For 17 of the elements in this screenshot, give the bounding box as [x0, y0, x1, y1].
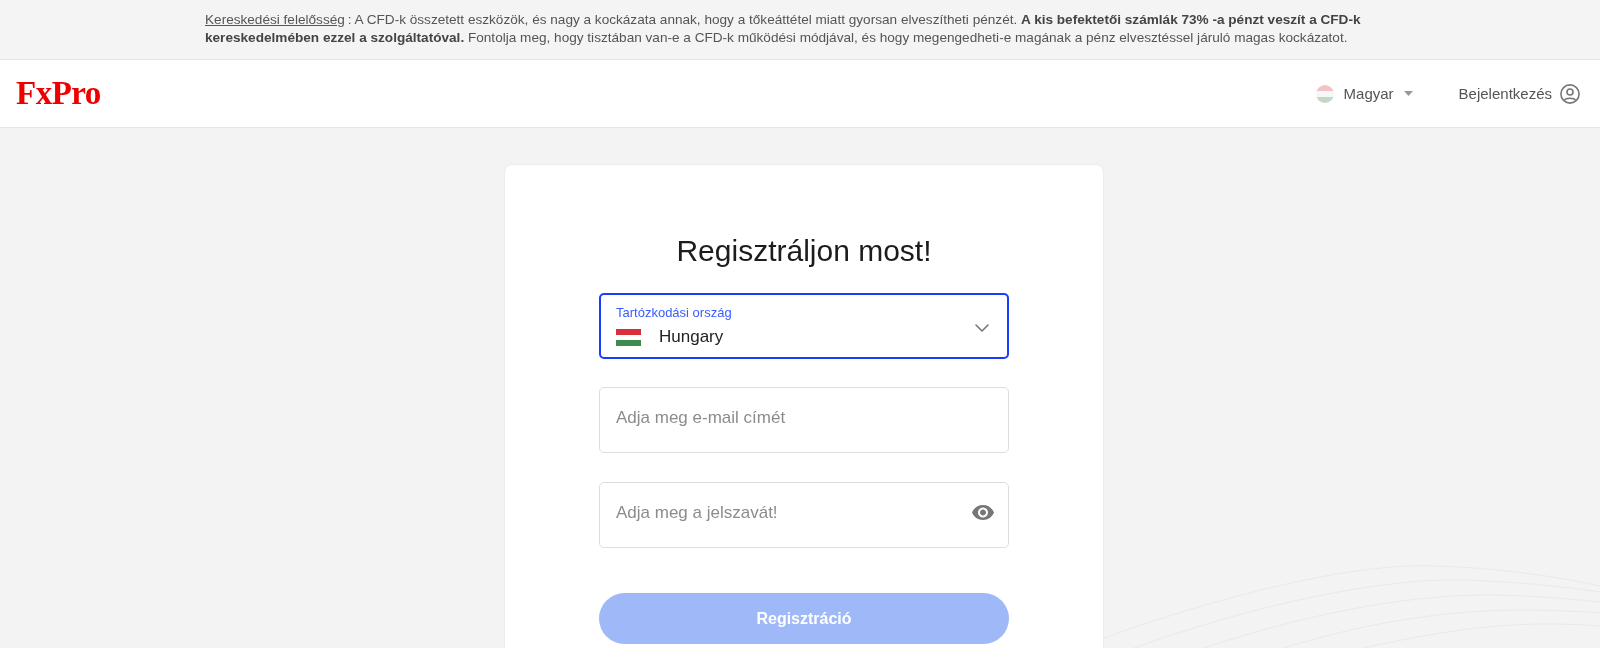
language-selector[interactable]: Magyar	[1315, 84, 1413, 103]
chevron-down-icon	[975, 324, 989, 332]
flag-icon	[1315, 84, 1334, 103]
risk-disclaimer: Kereskedési felelősség : A CFD-k összetett eszközök, és nagy a kockázata annak, hogy a tőkeáttétel miatt gyorsan elveszítheti pénzét. A kis befektetői számlák 73% -a pénzt veszít a CFD-k kereskedelmében ezzel a szolgáltatóval. Fontolja meg, hogy tisztában van-e a CFD-k működési módjával, és hogy megengedheti-e magának a pénz elvesztéssel járuló magas kockázatot.	[205, 11, 1362, 47]
logo[interactable]: FxPro	[16, 75, 101, 112]
selected-value: Hungary	[659, 326, 724, 348]
disclaimer-link[interactable]: Kereskedési felelősség	[205, 12, 345, 27]
flag-icon	[616, 328, 641, 346]
form-title: Regisztráljon most!	[676, 233, 932, 269]
select-label: Tartózkodási ország	[616, 304, 733, 322]
login-link[interactable]: Bejelentkezés	[1458, 83, 1580, 104]
caret-down-icon	[1403, 91, 1413, 96]
password-field[interactable]: Adja meg a jelszavát!	[599, 482, 1009, 548]
eye-icon[interactable]	[972, 505, 994, 520]
user-circle-icon	[1560, 83, 1580, 104]
country-select[interactable]: Tartózkodási ország Hungary	[599, 293, 1009, 359]
email-field[interactable]: Adja meg e-mail címét	[599, 387, 1009, 453]
